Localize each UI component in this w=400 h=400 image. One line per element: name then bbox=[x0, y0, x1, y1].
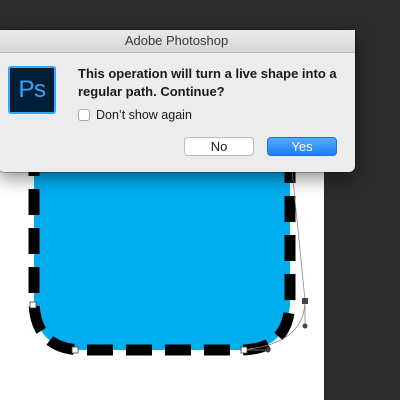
confirmation-dialog: Adobe Photoshop Ps This operation will t… bbox=[0, 30, 355, 172]
rounded-rectangle-shape bbox=[28, 150, 296, 356]
photoshop-icon: Ps bbox=[8, 66, 56, 114]
yes-button[interactable]: Yes bbox=[267, 137, 337, 156]
anchor-point bbox=[71, 346, 79, 354]
dialog-title: Adobe Photoshop bbox=[0, 30, 355, 53]
dont-show-again-option[interactable]: Don’t show again bbox=[78, 107, 192, 123]
no-button[interactable]: No bbox=[184, 137, 254, 156]
dialog-message: This operation will turn a live shape in… bbox=[78, 66, 337, 99]
anchor-point-selected bbox=[302, 298, 308, 304]
direction-handle bbox=[265, 347, 271, 353]
dont-show-again-label[interactable]: Don’t show again bbox=[96, 108, 192, 122]
anchor-point bbox=[240, 346, 248, 354]
workspace: Adobe Photoshop Ps This operation will t… bbox=[0, 0, 400, 400]
dont-show-again-checkbox[interactable] bbox=[78, 109, 90, 121]
direction-handle bbox=[302, 323, 308, 329]
anchor-point bbox=[29, 301, 37, 309]
